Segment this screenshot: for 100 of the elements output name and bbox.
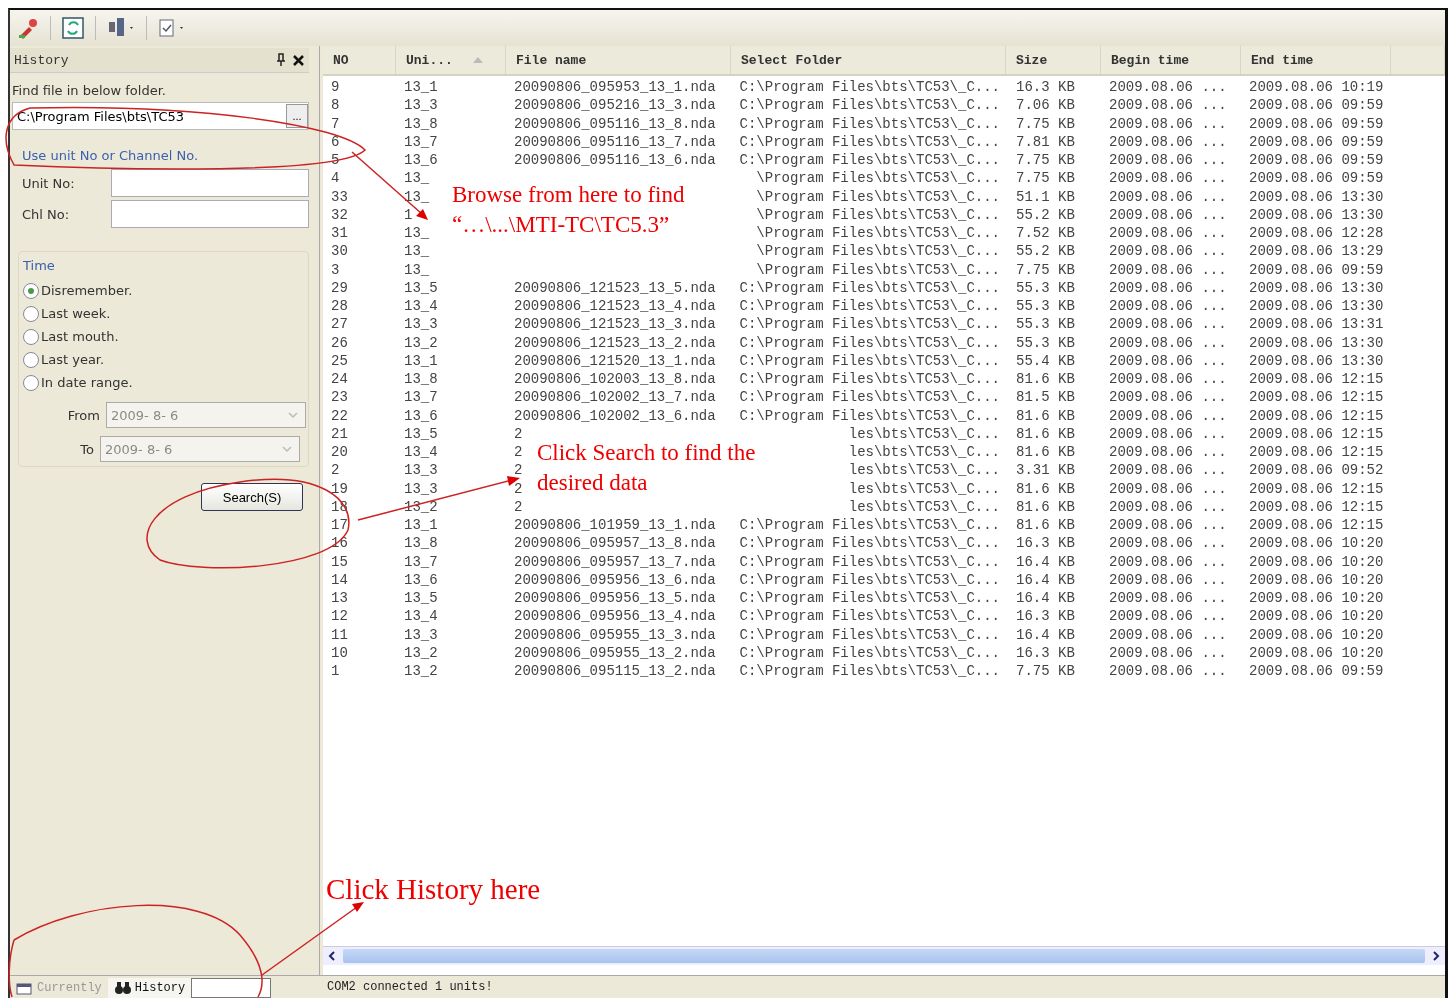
horizontal-scrollbar[interactable] xyxy=(323,946,1445,965)
column-header[interactable]: Uni... xyxy=(396,46,506,74)
end-time-cell: 2009.08.06 09:59 xyxy=(1249,115,1384,132)
end-time-cell: 2009.08.06 09:59 xyxy=(1249,97,1384,114)
scroll-thumb[interactable] xyxy=(343,949,1425,963)
row-number: 28 xyxy=(331,298,348,314)
column-header[interactable]: File name xyxy=(506,46,731,74)
size-cell: 7.81 KB xyxy=(1016,133,1075,150)
size-cell: 16.4 KB xyxy=(1016,571,1075,588)
begin-time-cell: 2009.08.06 ... xyxy=(1109,498,1227,515)
radio-option[interactable]: Last week. xyxy=(23,302,111,325)
size-cell: 16.4 KB xyxy=(1016,553,1075,570)
wrench-icon[interactable] xyxy=(16,16,40,40)
end-time-cell: 2009.08.06 10:20 xyxy=(1249,553,1384,570)
size-cell: 81.5 KB xyxy=(1016,389,1075,406)
end-time-cell: 2009.08.06 13:30 xyxy=(1249,188,1384,205)
folder-cell: C:\Program Files\bts\TC53\_C... xyxy=(739,571,1000,588)
unit-cell: 13_3 xyxy=(404,97,438,114)
begin-time-cell: 2009.08.06 ... xyxy=(1109,225,1227,241)
row-number: 25 xyxy=(331,352,348,369)
row-number: 21 xyxy=(331,425,348,442)
begin-time-cell: 2009.08.06 ... xyxy=(1109,243,1227,260)
folder-cell: C:\Program Files\bts\TC53\_C... xyxy=(739,316,1000,333)
folder-cell: les\bts\TC53\_C... xyxy=(848,425,1000,442)
end-time-cell: 2009.08.06 13:30 xyxy=(1249,352,1384,369)
size-cell: 55.3 KB xyxy=(1016,316,1075,333)
begin-time-cell: 2009.08.06 ... xyxy=(1109,115,1227,132)
end-time-cell: 2009.08.06 10:19 xyxy=(1249,79,1384,95)
column-header[interactable]: End time xyxy=(1241,46,1391,74)
row-number: 3 xyxy=(331,261,340,278)
unit-cell: 13_2 xyxy=(404,644,438,661)
row-number: 17 xyxy=(331,517,348,533)
folder-cell: C:\Program Files\bts\TC53\_C... xyxy=(739,517,1000,533)
row-number: 13 xyxy=(331,590,348,606)
file-name-cell: 20090806_095955_13_2.nda xyxy=(514,644,716,661)
refresh-icon[interactable] xyxy=(61,16,85,40)
unit-cell: 13_8 xyxy=(404,535,438,552)
begin-time-cell: 2009.08.06 ... xyxy=(1109,407,1227,424)
size-cell: 81.6 KB xyxy=(1016,498,1075,515)
unit-cell: 13_7 xyxy=(404,133,438,150)
panel-tab[interactable]: History xyxy=(107,978,192,998)
row-number: 29 xyxy=(331,279,348,296)
file-name-cell: 20090806_095956_13_6.nda xyxy=(514,571,716,588)
folder-cell: C:\Program Files\bts\TC53\_C... xyxy=(739,553,1000,570)
date-label: From xyxy=(67,407,100,423)
file-name-cell: 20090806_101959_13_1.nda xyxy=(514,517,716,533)
size-cell: 81.6 KB xyxy=(1016,407,1075,424)
folder-label: Find file in below folder. xyxy=(12,83,167,98)
size-cell: 7.52 KB xyxy=(1016,225,1075,241)
radio-option[interactable]: In date range. xyxy=(23,371,133,394)
row-number: 14 xyxy=(331,571,348,588)
input-field[interactable] xyxy=(111,200,309,228)
size-cell: 7.06 KB xyxy=(1016,97,1075,114)
folder-field[interactable]: C:\Program Files\bts\TC53 ... xyxy=(12,102,309,130)
file-name-cell: 20090806_095956_13_5.nda xyxy=(514,590,716,606)
size-cell: 16.3 KB xyxy=(1016,535,1075,552)
row-number: 30 xyxy=(331,243,348,260)
unit-cell: 13_ xyxy=(404,243,430,260)
folder-cell: \Program Files\bts\TC53\_C... xyxy=(756,206,1000,223)
row-number: 10 xyxy=(331,644,348,661)
folder-cell: C:\Program Files\bts\TC53\_C... xyxy=(739,334,1000,351)
close-icon[interactable] xyxy=(292,53,305,67)
input-field[interactable] xyxy=(111,169,309,197)
folder-cell: les\bts\TC53\_C... xyxy=(848,444,1000,460)
radio-option[interactable]: Last year. xyxy=(23,348,105,371)
column-header[interactable]: NO xyxy=(323,46,396,74)
file-name-cell: 20090806_095116_13_8.nda xyxy=(514,115,716,132)
column-header[interactable]: Size xyxy=(1006,46,1101,74)
end-time-cell: 2009.08.06 09:59 xyxy=(1249,133,1384,150)
column-header[interactable]: Select Folder xyxy=(731,46,1006,74)
file-name-cell: 20090806_095956_13_4.nda xyxy=(514,608,716,625)
begin-time-cell: 2009.08.06 ... xyxy=(1109,79,1227,95)
sort-arrow-icon xyxy=(472,57,483,63)
file-name-cell: 2 xyxy=(514,425,523,442)
unit-cell: 13_3 xyxy=(404,316,438,333)
unit-cell: 13_8 xyxy=(404,371,438,387)
search-button[interactable]: Search(S) xyxy=(201,483,303,511)
column-header[interactable]: Begin time xyxy=(1101,46,1241,74)
file-name-cell: 20090806_095953_13_1.nda xyxy=(514,79,716,95)
end-time-cell: 2009.08.06 12:15 xyxy=(1249,389,1384,406)
unit-cell: 13_4 xyxy=(404,444,438,460)
radio-option[interactable]: Disremember. xyxy=(23,279,133,302)
unit-cell: 13_2 xyxy=(404,334,438,351)
begin-time-cell: 2009.08.06 ... xyxy=(1109,626,1227,643)
radio-option[interactable]: Last mouth. xyxy=(23,325,119,348)
pin-icon[interactable] xyxy=(276,53,286,67)
file-name-cell: 20090806_121523_13_2.nda xyxy=(514,334,716,351)
end-time-cell: 2009.08.06 12:28 xyxy=(1249,225,1384,241)
size-cell: 16.4 KB xyxy=(1016,590,1075,606)
folder-cell: C:\Program Files\bts\TC53\_C... xyxy=(739,152,1000,168)
begin-time-cell: 2009.08.06 ... xyxy=(1109,352,1227,369)
folder-cell: les\bts\TC53\_C... xyxy=(848,480,1000,497)
unit-cell: 13_ xyxy=(404,261,430,278)
browse-button[interactable]: ... xyxy=(286,104,308,128)
group-title: Use unit No or Channel No. xyxy=(22,148,200,163)
file-name-cell: 20090806_095216_13_3.nda xyxy=(514,97,716,114)
begin-time-cell: 2009.08.06 ... xyxy=(1109,261,1227,278)
end-time-cell: 2009.08.06 09:52 xyxy=(1249,462,1384,479)
size-cell: 55.2 KB xyxy=(1016,206,1075,223)
begin-time-cell: 2009.08.06 ... xyxy=(1109,170,1227,187)
